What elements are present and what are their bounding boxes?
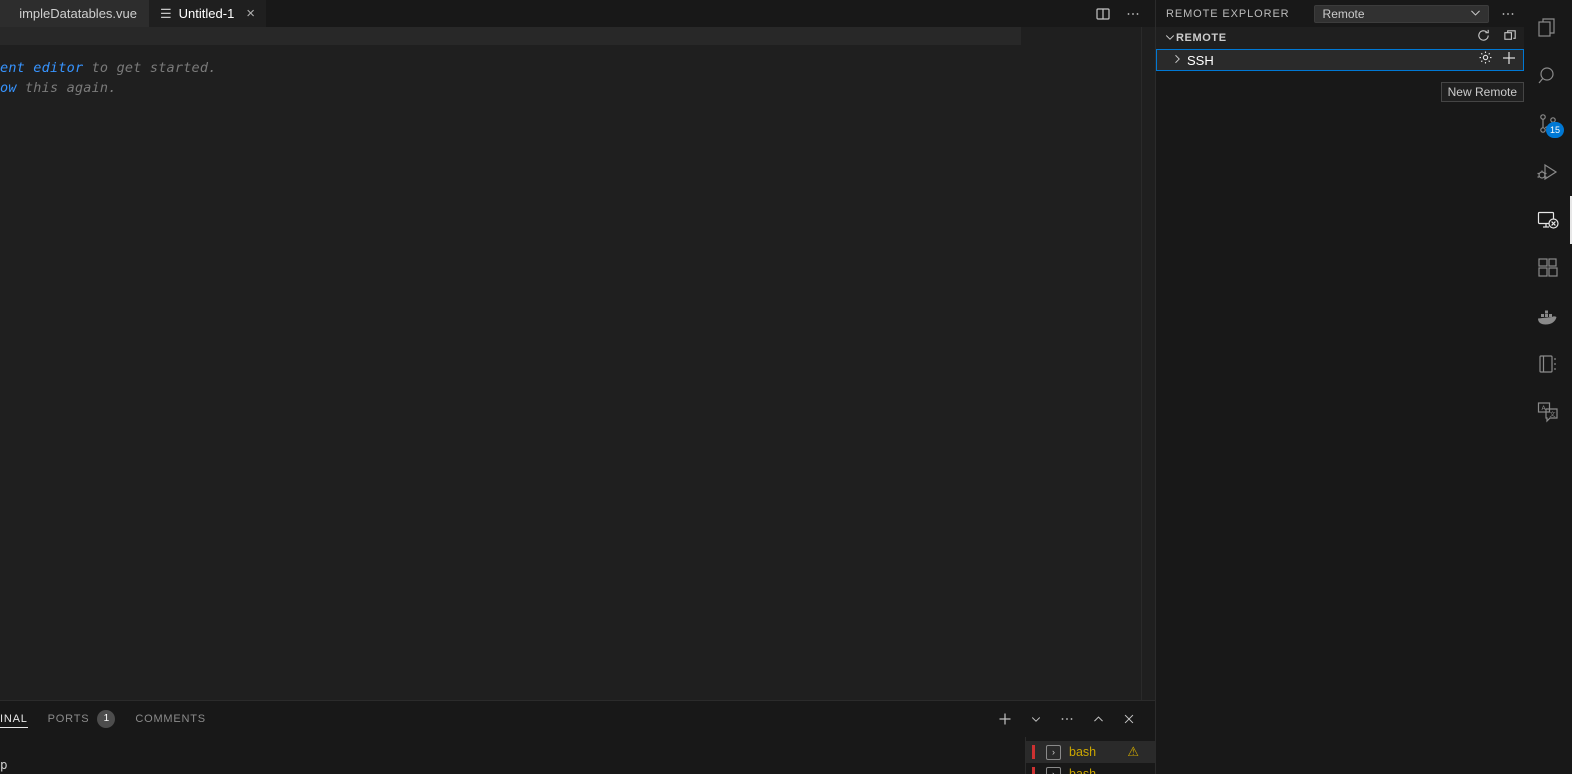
refresh-icon[interactable] <box>1476 28 1491 48</box>
tab-untitled-1[interactable]: ☰ Untitled-1 × <box>150 0 267 27</box>
section-label: REMOTE <box>1176 32 1227 44</box>
hint-link-2[interactable]: ow <box>0 80 17 96</box>
new-remote-plus-icon[interactable] <box>1501 50 1517 71</box>
chevron-down-icon <box>1164 31 1176 45</box>
tooltip-new-remote: New Remote <box>1440 82 1524 102</box>
panel-more-actions-icon[interactable] <box>1059 711 1075 727</box>
vscode-window: impleDatatables.vue ☰ Untitled-1 × ent e… <box>0 0 1572 774</box>
panel-tab-label: PORTS <box>47 712 90 725</box>
chevron-right-icon[interactable] <box>1171 53 1187 68</box>
terminal-instance-list: › bash ⚠ › bash <box>1025 737 1155 774</box>
hint-text-1: to get started. <box>83 60 217 76</box>
tab-simple-datatables-vue[interactable]: impleDatatables.vue <box>0 0 150 27</box>
activity-translation-icon[interactable]: A 文 <box>1524 388 1572 436</box>
activity-explorer-icon[interactable] <box>1524 4 1572 52</box>
editor-scrollbar[interactable] <box>1141 27 1142 700</box>
plaintext-file-icon: ☰ <box>160 6 172 21</box>
remote-kind-select-value: Remote <box>1322 6 1365 21</box>
panel-toolbar <box>997 711 1137 727</box>
tab-bar-empty-space <box>266 0 1081 27</box>
terminal-label: bash <box>1069 745 1097 759</box>
svg-text:文: 文 <box>1550 411 1556 419</box>
configure-ssh-gear-icon[interactable] <box>1478 50 1493 70</box>
terminal-shell-icon: › <box>1046 744 1061 760</box>
hint-text-2: this again. <box>16 80 117 96</box>
maximize-panel-icon[interactable] <box>1090 711 1106 727</box>
terminal-error-marker <box>1032 767 1035 774</box>
side-panel-title: REMOTE EXPLORER <box>1166 7 1290 20</box>
chevron-down-icon <box>1469 6 1482 22</box>
remote-explorer-panel: REMOTE EXPLORER Remote REMOTE SSH New Re… <box>1155 0 1524 774</box>
editor-area: impleDatatables.vue ☰ Untitled-1 × ent e… <box>0 0 1155 774</box>
tab-label: impleDatatables.vue <box>19 6 137 21</box>
activity-search-icon[interactable] <box>1524 52 1572 100</box>
collapse-all-icon[interactable] <box>1503 28 1518 48</box>
hint-link-1[interactable]: ent editor <box>0 60 83 76</box>
activity-source-control-icon[interactable]: 15 <box>1524 100 1572 148</box>
terminal-list-item[interactable]: › bash <box>1026 763 1155 774</box>
terminal-list-item[interactable]: › bash ⚠ <box>1026 741 1155 763</box>
activity-docker-icon[interactable] <box>1524 292 1572 340</box>
tree-item-actions <box>1478 50 1523 71</box>
activity-bar: 15 A 文 <box>1524 0 1572 774</box>
terminal-error-marker <box>1032 745 1035 759</box>
close-panel-icon[interactable] <box>1121 711 1137 727</box>
tab-label: Untitled-1 <box>178 6 235 21</box>
activity-run-and-debug-icon[interactable] <box>1524 148 1572 196</box>
editor-content[interactable]: ent editor to get started. ow this again… <box>0 27 1155 700</box>
terminal-output-text: p <box>0 757 8 772</box>
panel-tab-label: INAL <box>0 712 28 725</box>
section-actions <box>1476 28 1518 48</box>
section-header-remote[interactable]: REMOTE <box>1156 27 1524 49</box>
split-editor-right-icon[interactable] <box>1095 6 1111 22</box>
editor-tab-bar: impleDatatables.vue ☰ Untitled-1 × <box>0 0 1155 27</box>
source-control-badge: 15 <box>1545 122 1564 138</box>
tab-terminal[interactable]: INAL <box>0 701 38 736</box>
activity-remote-explorer-icon[interactable] <box>1524 196 1572 244</box>
bottom-panel: INAL PORTS 1 COMMENTS p › bash ⚠ › bash <box>0 700 1155 774</box>
more-actions-icon[interactable] <box>1125 6 1141 22</box>
terminal-output-area[interactable]: p <box>0 739 1155 774</box>
warning-icon: ⚠ <box>1127 744 1139 759</box>
terminal-label: bash <box>1069 767 1097 774</box>
terminal-shell-icon: › <box>1046 766 1061 774</box>
tree-item-ssh[interactable]: SSH <box>1156 49 1524 71</box>
activity-extensions-icon[interactable] <box>1524 244 1572 292</box>
terminal-dropdown-icon[interactable] <box>1028 711 1044 727</box>
activity-database-icon[interactable] <box>1524 340 1572 388</box>
side-panel-header: REMOTE EXPLORER Remote <box>1156 0 1524 27</box>
tree-item-label: SSH <box>1187 52 1214 68</box>
close-icon[interactable]: × <box>246 6 255 21</box>
tab-comments[interactable]: COMMENTS <box>125 701 216 736</box>
remote-kind-select[interactable]: Remote <box>1313 4 1489 23</box>
side-panel-more-actions-icon[interactable] <box>1500 6 1516 22</box>
panel-tab-list: INAL PORTS 1 COMMENTS <box>0 701 1155 736</box>
editor-hint-line-2: ow this again. <box>0 80 117 96</box>
editor-hint-highlight-band <box>0 27 1021 45</box>
tab-ports[interactable]: PORTS 1 <box>38 701 126 736</box>
panel-tab-label: COMMENTS <box>135 712 206 725</box>
new-terminal-icon[interactable] <box>997 711 1013 727</box>
editor-toolbar <box>1081 0 1155 27</box>
ports-badge: 1 <box>97 709 116 728</box>
editor-hint-line-1: ent editor to get started. <box>0 60 217 76</box>
